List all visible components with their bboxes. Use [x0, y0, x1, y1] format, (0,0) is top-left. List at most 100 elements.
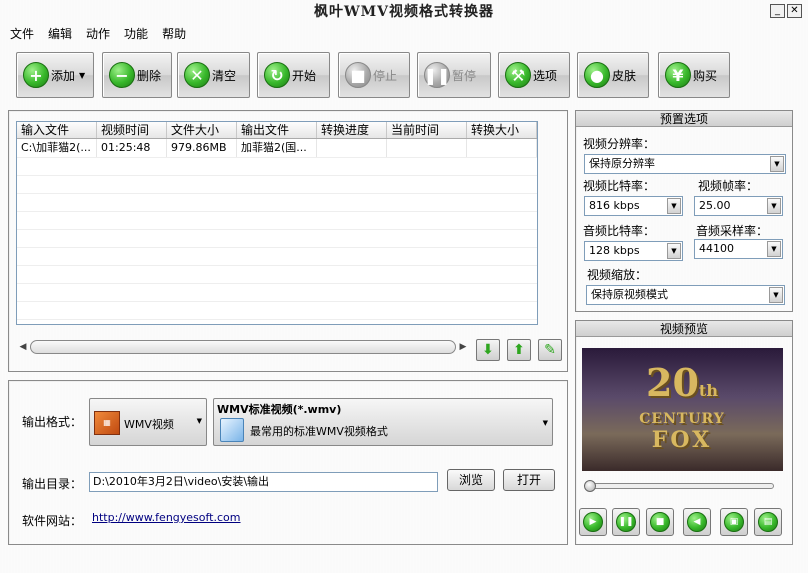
cell-file-size: 979.86MB: [167, 139, 237, 157]
chevron-down-icon[interactable]: ▼: [767, 241, 781, 257]
website-link[interactable]: http://www.fengyesoft.com: [92, 511, 241, 524]
cart-icon: ¥: [665, 62, 691, 88]
speaker-icon: ◀: [687, 512, 707, 532]
open-folder-button[interactable]: ▤: [754, 508, 782, 536]
browse-button[interactable]: 浏览: [447, 469, 495, 491]
logo-number: 20th: [646, 360, 718, 405]
play-icon: ▶: [583, 512, 603, 532]
clear-label: 清空: [212, 68, 237, 83]
video-zoom-value: 保持原视频模式: [591, 288, 668, 301]
col-file-size[interactable]: 文件大小: [167, 122, 237, 138]
format-type-label: WMV视频: [124, 418, 174, 431]
stop-preview-button[interactable]: ■: [646, 508, 674, 536]
clear-button[interactable]: ✕ 清空: [177, 52, 250, 98]
file-list-header: 输入文件 视频时间 文件大小 输出文件 转换进度 当前时间 转换大小: [17, 122, 537, 139]
cell-progress: [317, 139, 387, 157]
pause-button[interactable]: ❚❚ 暂停: [417, 52, 491, 98]
options-label: 选项: [533, 68, 558, 83]
start-button[interactable]: ↻ 开始: [257, 52, 330, 98]
stop-button[interactable]: ■ 停止: [338, 52, 410, 98]
menu-file[interactable]: 文件: [6, 22, 38, 42]
slider-thumb[interactable]: [584, 480, 596, 492]
close-button[interactable]: ✕: [787, 4, 802, 18]
skin-button[interactable]: ● 皮肤: [577, 52, 649, 98]
logo-century: CENTURY: [639, 411, 725, 427]
framerate-label: 视频帧率：: [698, 179, 759, 193]
minus-icon: −: [109, 62, 135, 88]
video-resolution-select[interactable]: 保持原分辨率 ▼: [584, 154, 786, 174]
arrow-up-icon: ⬆: [513, 342, 525, 358]
play-button[interactable]: ▶: [579, 508, 607, 536]
delete-button[interactable]: − 删除: [102, 52, 172, 98]
format-profile-dropdown[interactable]: WMV标准视频(*.wmv) 最常用的标准WMV视频格式 ▼: [213, 398, 553, 446]
menu-edit[interactable]: 编辑: [44, 22, 76, 42]
playback-slider[interactable]: [584, 480, 774, 492]
video-bitrate-label: 视频比特率：: [583, 179, 656, 193]
file-list[interactable]: 输入文件 视频时间 文件大小 输出文件 转换进度 当前时间 转换大小 C:\加菲…: [16, 121, 538, 325]
stop-icon: ■: [650, 512, 670, 532]
audio-bitrate-label: 音频比特率：: [583, 224, 656, 238]
video-preview-screen[interactable]: 20th CENTURY FOX: [582, 348, 783, 471]
menu-bar: 文件 编辑 动作 功能 帮助: [0, 22, 196, 42]
edit-icon: ✎: [544, 342, 556, 358]
file-list-grid: [17, 140, 537, 324]
menu-function[interactable]: 功能: [120, 22, 152, 42]
volume-button[interactable]: ◀: [683, 508, 711, 536]
buy-label: 购买: [693, 68, 718, 83]
chevron-down-icon[interactable]: ▼: [767, 198, 781, 214]
buy-button[interactable]: ¥ 购买: [658, 52, 730, 98]
move-up-button[interactable]: ⬆: [507, 339, 531, 361]
stop-icon: ■: [345, 62, 371, 88]
framerate-select[interactable]: 25.00 ▼: [694, 196, 783, 216]
table-row[interactable]: C:\加菲猫2(... 01:25:48 979.86MB 加菲猫2(国...: [17, 139, 537, 157]
col-current-time[interactable]: 当前时间: [387, 122, 467, 138]
pause-label: 暂停: [452, 68, 477, 83]
options-button[interactable]: ⚒ 选项: [498, 52, 570, 98]
chevron-down-icon[interactable]: ▼: [770, 156, 784, 172]
window-title: 枫叶WMV视频格式转换器: [313, 4, 495, 20]
pause-preview-button[interactable]: ❚❚: [612, 508, 640, 536]
cell-input-file: C:\加菲猫2(...: [17, 139, 97, 157]
chevron-down-icon[interactable]: ▼: [197, 417, 202, 425]
fox-logo-image: 20th CENTURY FOX: [622, 363, 742, 458]
chevron-down-icon[interactable]: ▼: [543, 419, 548, 427]
tools-icon: ⚒: [505, 62, 531, 88]
cell-current-time: [387, 139, 467, 157]
scroll-left-icon[interactable]: ◀: [16, 342, 30, 352]
samplerate-select[interactable]: 44100 ▼: [694, 239, 783, 259]
arrow-down-icon: ⬇: [482, 342, 494, 358]
apple-icon: ●: [584, 62, 610, 88]
chevron-down-icon[interactable]: ▼: [79, 71, 85, 80]
chevron-down-icon[interactable]: ▼: [667, 198, 681, 214]
scroll-track[interactable]: [30, 340, 456, 354]
minimize-button[interactable]: _: [770, 4, 785, 18]
video-zoom-select[interactable]: 保持原视频模式 ▼: [586, 285, 785, 305]
col-progress[interactable]: 转换进度: [317, 122, 387, 138]
video-zoom-label: 视频缩放：: [587, 268, 648, 282]
col-convert-size[interactable]: 转换大小: [467, 122, 537, 138]
col-output-file[interactable]: 输出文件: [237, 122, 317, 138]
scroll-right-icon[interactable]: ▶: [456, 342, 470, 352]
chevron-down-icon[interactable]: ▼: [667, 243, 681, 259]
snapshot-button[interactable]: ▣: [720, 508, 748, 536]
open-button[interactable]: 打开: [503, 469, 555, 491]
chevron-down-icon[interactable]: ▼: [769, 287, 783, 303]
col-video-time[interactable]: 视频时间: [97, 122, 167, 138]
horizontal-scrollbar[interactable]: ◀ ▶: [16, 339, 470, 355]
output-dir-input[interactable]: D:\2010年3月2日\video\安装\输出: [89, 472, 438, 492]
video-bitrate-select[interactable]: 816 kbps ▼: [584, 196, 683, 216]
edit-button[interactable]: ✎: [538, 339, 562, 361]
add-button[interactable]: + 添加 ▼: [16, 52, 94, 98]
cell-convert-size: [467, 139, 537, 157]
move-down-button[interactable]: ⬇: [476, 339, 500, 361]
audio-bitrate-select[interactable]: 128 kbps ▼: [584, 241, 683, 261]
preset-panel-title: 预置选项: [576, 111, 792, 127]
col-input-file[interactable]: 输入文件: [17, 122, 97, 138]
format-profile-title: WMV标准视频(*.wmv): [217, 403, 342, 416]
format-type-button[interactable]: ▦ WMV视频 ▼: [89, 398, 207, 446]
menu-action[interactable]: 动作: [82, 22, 114, 42]
camera-icon: ▣: [724, 512, 744, 532]
title-bar: 枫叶WMV视频格式转换器 _ ✕: [0, 0, 808, 22]
menu-help[interactable]: 帮助: [158, 22, 190, 42]
audio-bitrate-value: 128 kbps: [589, 244, 640, 257]
